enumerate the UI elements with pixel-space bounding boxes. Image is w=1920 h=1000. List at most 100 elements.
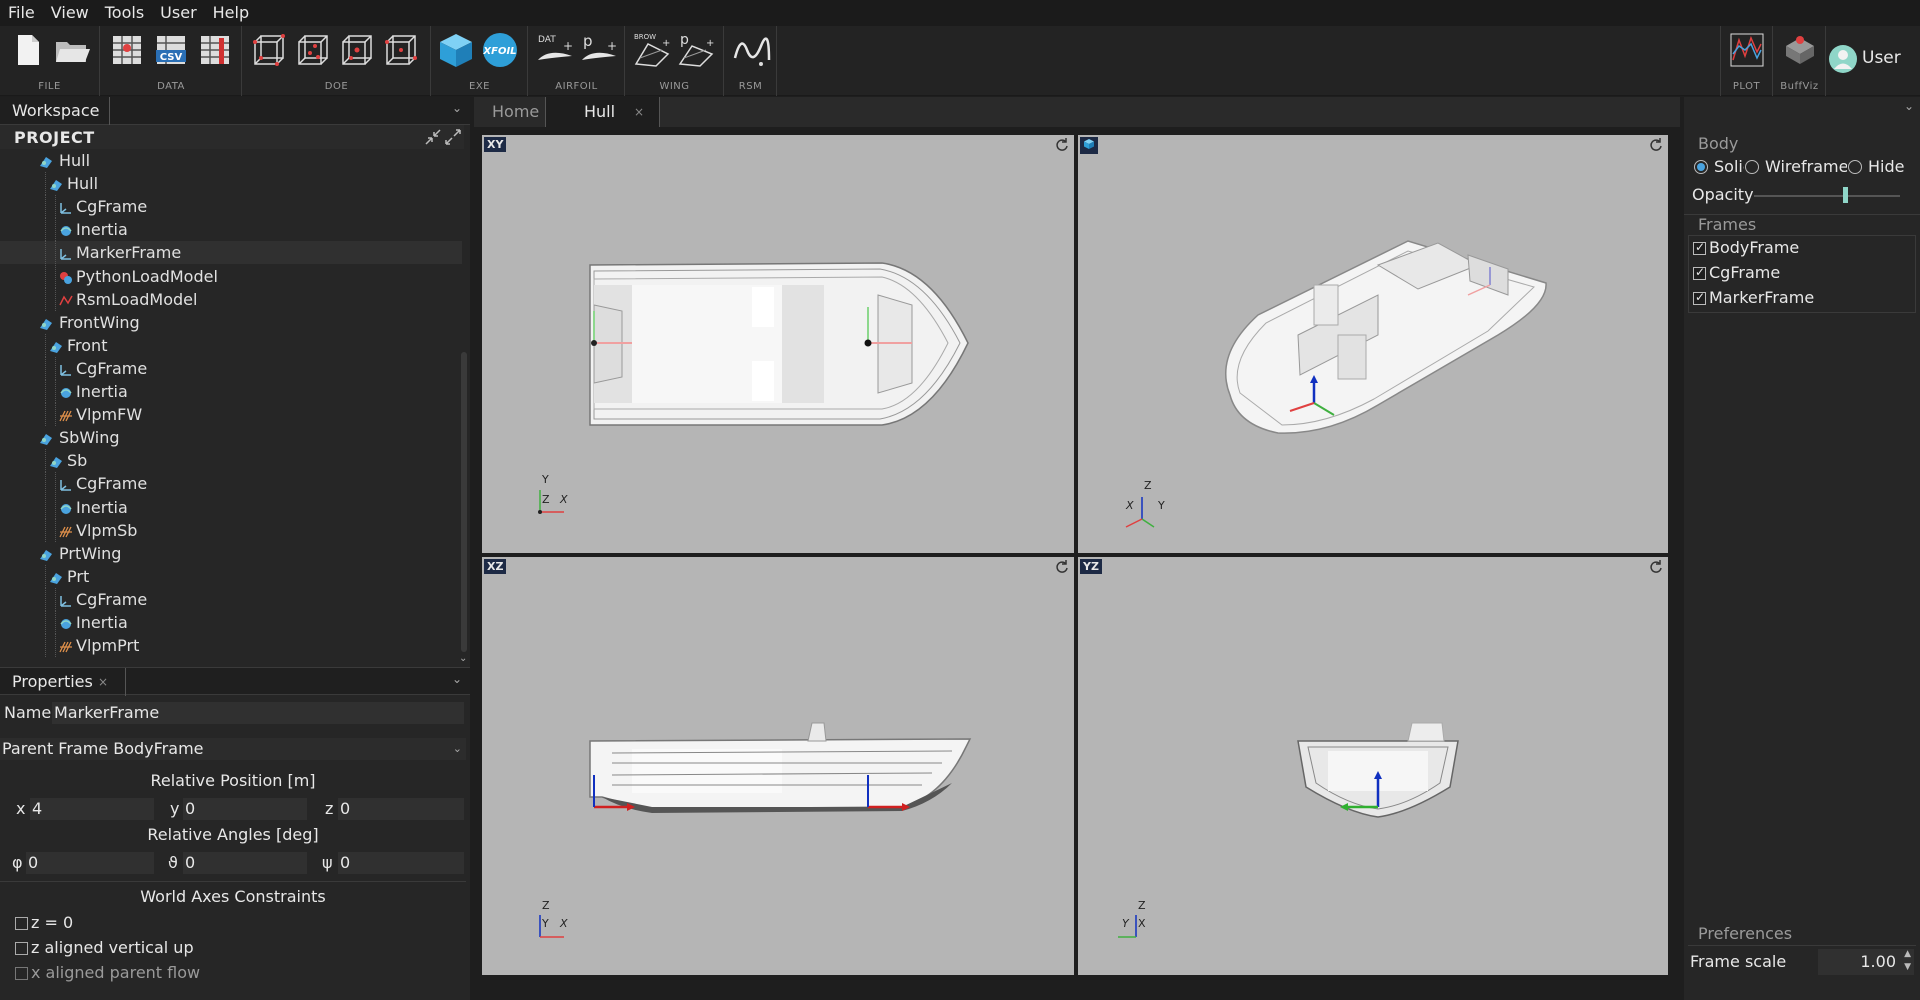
spin-down-icon[interactable]: ▼ [1904,962,1911,972]
tree-item[interactable]: VlpmPrt [0,634,462,658]
tree-scrollbar[interactable] [461,352,467,652]
wing-param-button[interactable]: p + [676,30,716,70]
toolbar-group-label: DOE [324,81,349,92]
close-icon[interactable]: × [98,668,108,696]
menu-file[interactable]: File [0,0,43,26]
viewer-tabbar: Home Hull × [474,97,1680,127]
chevron-down-icon[interactable]: ⌄ [1904,99,1914,113]
tree-item[interactable]: Inertia [0,218,462,242]
tree-guide-line [55,518,56,542]
workspace-panel: Workspace ⌄ PROJECT Hull Hull CgFrame Inert… [0,97,470,667]
tree-item[interactable]: CgFrame [0,472,462,496]
theta-field[interactable]: 0 [183,852,307,874]
csv-import-button[interactable]: CSV [151,30,191,70]
viewport-3d[interactable]: Z X Y [1078,135,1668,553]
tree-item[interactable]: PythonLoadModel [0,264,462,288]
constraint-checkbox[interactable] [15,942,28,955]
viewport-yz[interactable]: YZ Z Y X [1078,557,1668,975]
doe-custom-button[interactable] [381,30,421,70]
menu-tools[interactable]: Tools [97,0,152,26]
collapse-icon[interactable] [424,128,442,146]
tree-item[interactable]: MarkerFrame [0,241,462,265]
psi-field[interactable]: 0 [338,852,464,874]
buffviz-button[interactable] [1780,30,1820,70]
parent-frame-row[interactable]: Parent Frame BodyFrame ⌄ [0,737,466,761]
tree-item[interactable]: CgFrame [0,356,462,380]
tree-item[interactable]: FrontWing [0,311,462,334]
spin-up-icon[interactable]: ▲ [1904,949,1911,959]
user-avatar-icon [1829,45,1857,73]
opacity-slider-track[interactable] [1754,195,1900,197]
tab-hull[interactable]: Hull × [546,97,660,127]
tree-item[interactable]: Hull [0,172,462,196]
doe-full-factorial-button[interactable] [249,30,289,70]
wing-brow-button[interactable]: BROW + [632,30,672,70]
tree-item[interactable]: Prt [0,564,462,588]
xfoil-button[interactable]: XFOIL [480,30,520,70]
menu-help[interactable]: Help [205,0,257,26]
hull-side-view [539,722,972,938]
frame-scale-spinbox[interactable]: 1.00 ▲ ▼ [1818,949,1914,975]
tree-item[interactable]: CgFrame [0,587,462,611]
menu-user[interactable]: User [152,0,204,26]
tree-item[interactable]: Inertia [0,611,462,634]
tree-item[interactable]: RsmLoadModel [0,287,462,311]
tree-item[interactable]: Hull [0,149,462,172]
render-wireframe-radio[interactable] [1745,160,1759,174]
divider [0,881,466,882]
x-field[interactable]: 4 [30,798,154,820]
close-icon[interactable]: × [634,97,644,127]
phi-field[interactable]: 0 [26,852,154,874]
wing-icon [48,569,64,585]
doe-lhs-button[interactable] [293,30,333,70]
tree-item[interactable]: Inertia [0,380,462,403]
frame-checkbox[interactable] [1693,265,1706,280]
chevron-down-icon[interactable]: ⌄ [452,101,462,115]
tree-item[interactable]: Front [0,333,462,357]
constraint-row[interactable]: x aligned parent flow [0,961,466,985]
menu-view[interactable]: View [43,0,97,26]
constraint-label: z aligned vertical up [31,938,194,957]
tab-properties[interactable]: Properties × [0,668,126,696]
tree-item[interactable]: PrtWing [0,542,462,565]
tab-home[interactable]: Home [478,97,546,127]
airfoil-param-button[interactable]: p + [579,30,619,70]
expand-icon[interactable] [444,128,462,146]
parent-frame-select[interactable]: Parent Frame BodyFrame ⌄ [0,738,466,760]
tree-item[interactable]: Inertia [0,495,462,519]
tree-guide-line [45,218,46,242]
render-hide-radio[interactable] [1848,160,1862,174]
viewport-xz[interactable]: XZ Z Y X [482,557,1074,975]
airfoil-dat-button[interactable]: DAT + [535,30,575,70]
rsm-button[interactable] [731,30,771,70]
opacity-slider-handle[interactable] [1842,187,1848,203]
user-button[interactable]: User [1828,40,1918,80]
exe-run-button[interactable] [436,30,476,70]
open-folder-button[interactable] [52,30,92,70]
new-file-button[interactable] [8,30,48,70]
tree-item[interactable]: VlpmFW [0,403,462,427]
data-table-button[interactable] [107,30,147,70]
tree-guide-line [55,634,56,658]
data-edit-button[interactable] [195,30,235,70]
tree-item[interactable]: SbWing [0,426,462,449]
viewport-xy[interactable]: XY Y Z X [482,135,1074,553]
tab-workspace[interactable]: Workspace [0,97,110,125]
z-field[interactable]: 0 [338,798,464,820]
chevron-down-icon[interactable]: ⌄ [452,672,462,686]
name-field[interactable]: MarkerFrame [52,702,464,724]
plot-button[interactable] [1727,30,1767,70]
y-field[interactable]: 0 [183,798,307,820]
tree-item[interactable]: VlpmSb [0,518,462,542]
constraint-checkbox[interactable] [15,967,28,980]
scroll-down-icon[interactable]: ⌄ [459,653,467,664]
tree-item[interactable]: Sb [0,449,462,473]
tree-item[interactable]: CgFrame [0,195,462,219]
constraint-checkbox[interactable] [15,917,28,930]
constraint-row[interactable]: z = 0 [0,911,466,935]
render-solid-radio[interactable] [1694,160,1708,174]
doe-random-button[interactable] [337,30,377,70]
frame-checkbox[interactable] [1693,240,1706,255]
constraint-row[interactable]: z aligned vertical up [0,936,466,960]
frame-checkbox[interactable] [1693,290,1706,305]
